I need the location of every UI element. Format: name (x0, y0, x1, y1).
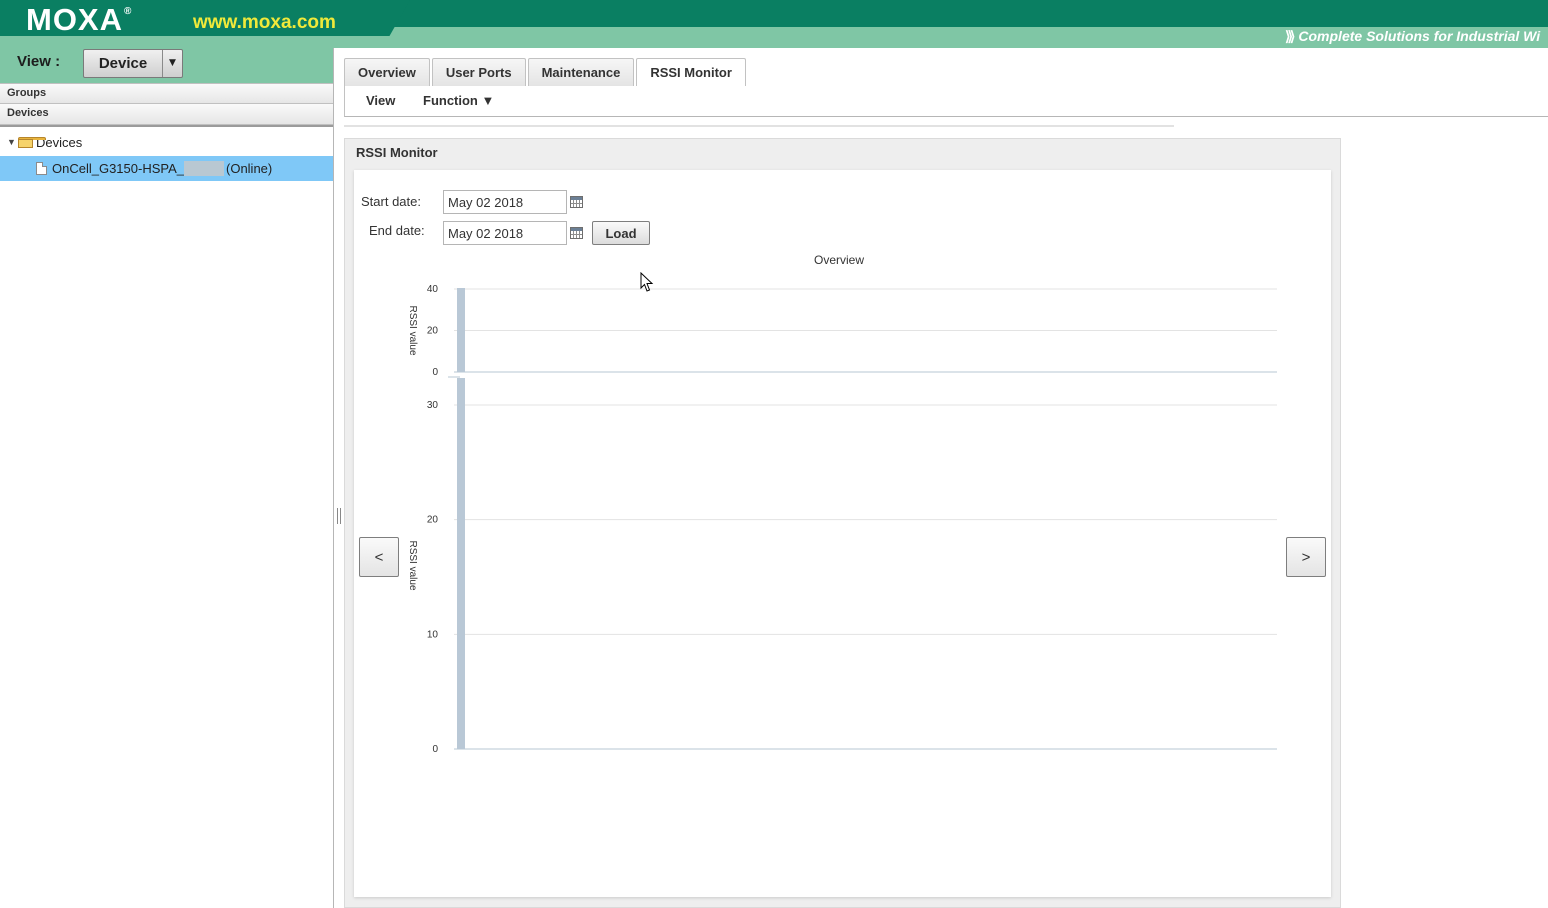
tagline: ⟩⟩⟩ Complete Solutions for Industrial Wi (1285, 28, 1541, 44)
mouse-cursor-icon (640, 272, 654, 292)
menu-view[interactable]: View (366, 93, 395, 108)
panel-title: RSSI Monitor (356, 145, 438, 160)
separator-line (344, 125, 1174, 127)
tree-node-devices[interactable]: ▼ Devices (0, 131, 333, 153)
file-icon (36, 162, 47, 175)
rssi-series-area (457, 288, 465, 372)
tree-node-device[interactable]: OnCell_G3150-HSPA_ (Online) (0, 156, 333, 181)
next-button[interactable]: > (1286, 537, 1326, 577)
device-name-prefix: OnCell_G3150-HSPA_ (52, 161, 184, 176)
rssi-charts: 0 20 40 RSSI value 0 10 20 30 RSSI value (407, 284, 1277, 755)
rssi-panel-body: Start date: End date: Load Overview 0204… (354, 170, 1331, 897)
device-tree: ▼ Devices OnCell_G3150-HSPA_ (Online) (0, 125, 333, 181)
device-status: (Online) (226, 161, 273, 176)
panel-splitter-handle[interactable] (337, 508, 341, 524)
y-axis-label: RSSI value (407, 540, 418, 590)
site-url[interactable]: www.moxa.com (193, 12, 336, 34)
tab-bar: Overview User Ports Maintenance RSSI Mon… (344, 58, 748, 87)
y-tick-label: 40 (427, 284, 439, 295)
app-header: MOXA® www.moxa.com ⟩⟩⟩ Complete Solutions… (0, 0, 1548, 48)
redacted-block (184, 161, 224, 176)
y-tick-label: 20 (427, 326, 439, 337)
tab-maintenance[interactable]: Maintenance (527, 58, 635, 86)
y-axis-label: RSSI value (407, 305, 418, 355)
y-tick-label: 0 (432, 744, 438, 755)
y-tick-label: 20 (427, 515, 439, 526)
folder-open-icon (18, 136, 46, 148)
rssi-series-area (457, 378, 465, 749)
rssi-monitor-panel: RSSI Monitor Start date: End date: Load … (344, 138, 1341, 908)
view-bar: View : Device ▼ (0, 48, 333, 83)
tab-overview[interactable]: Overview (344, 58, 430, 86)
collapse-triangle-icon[interactable]: ▼ (7, 137, 18, 147)
view-select-value: Device (98, 55, 148, 72)
y-tick-label: 0 (432, 367, 438, 378)
tab-user-ports[interactable]: User Ports (431, 58, 526, 86)
groups-header[interactable]: Groups (0, 83, 333, 104)
devices-header[interactable]: Devices (0, 104, 333, 125)
double-chevron-icon: ⟩⟩⟩ (1285, 28, 1296, 44)
tab-rssi-monitor[interactable]: RSSI Monitor (636, 58, 746, 87)
y-tick-label: 10 (427, 629, 439, 640)
menu-function[interactable]: Function ▼ (423, 93, 494, 108)
y-tick-label: 30 (427, 400, 439, 411)
dropdown-arrow-icon[interactable]: ▼ (162, 50, 182, 77)
moxa-logo: MOXA® (26, 2, 133, 37)
previous-button[interactable]: < (359, 537, 399, 577)
view-label: View : (17, 53, 61, 70)
left-panel: View : Device ▼ Groups Devices ▼ Devices… (0, 48, 334, 908)
menu-bar: View Function ▼ (344, 86, 1548, 117)
view-select[interactable]: Device ▼ (83, 49, 183, 78)
